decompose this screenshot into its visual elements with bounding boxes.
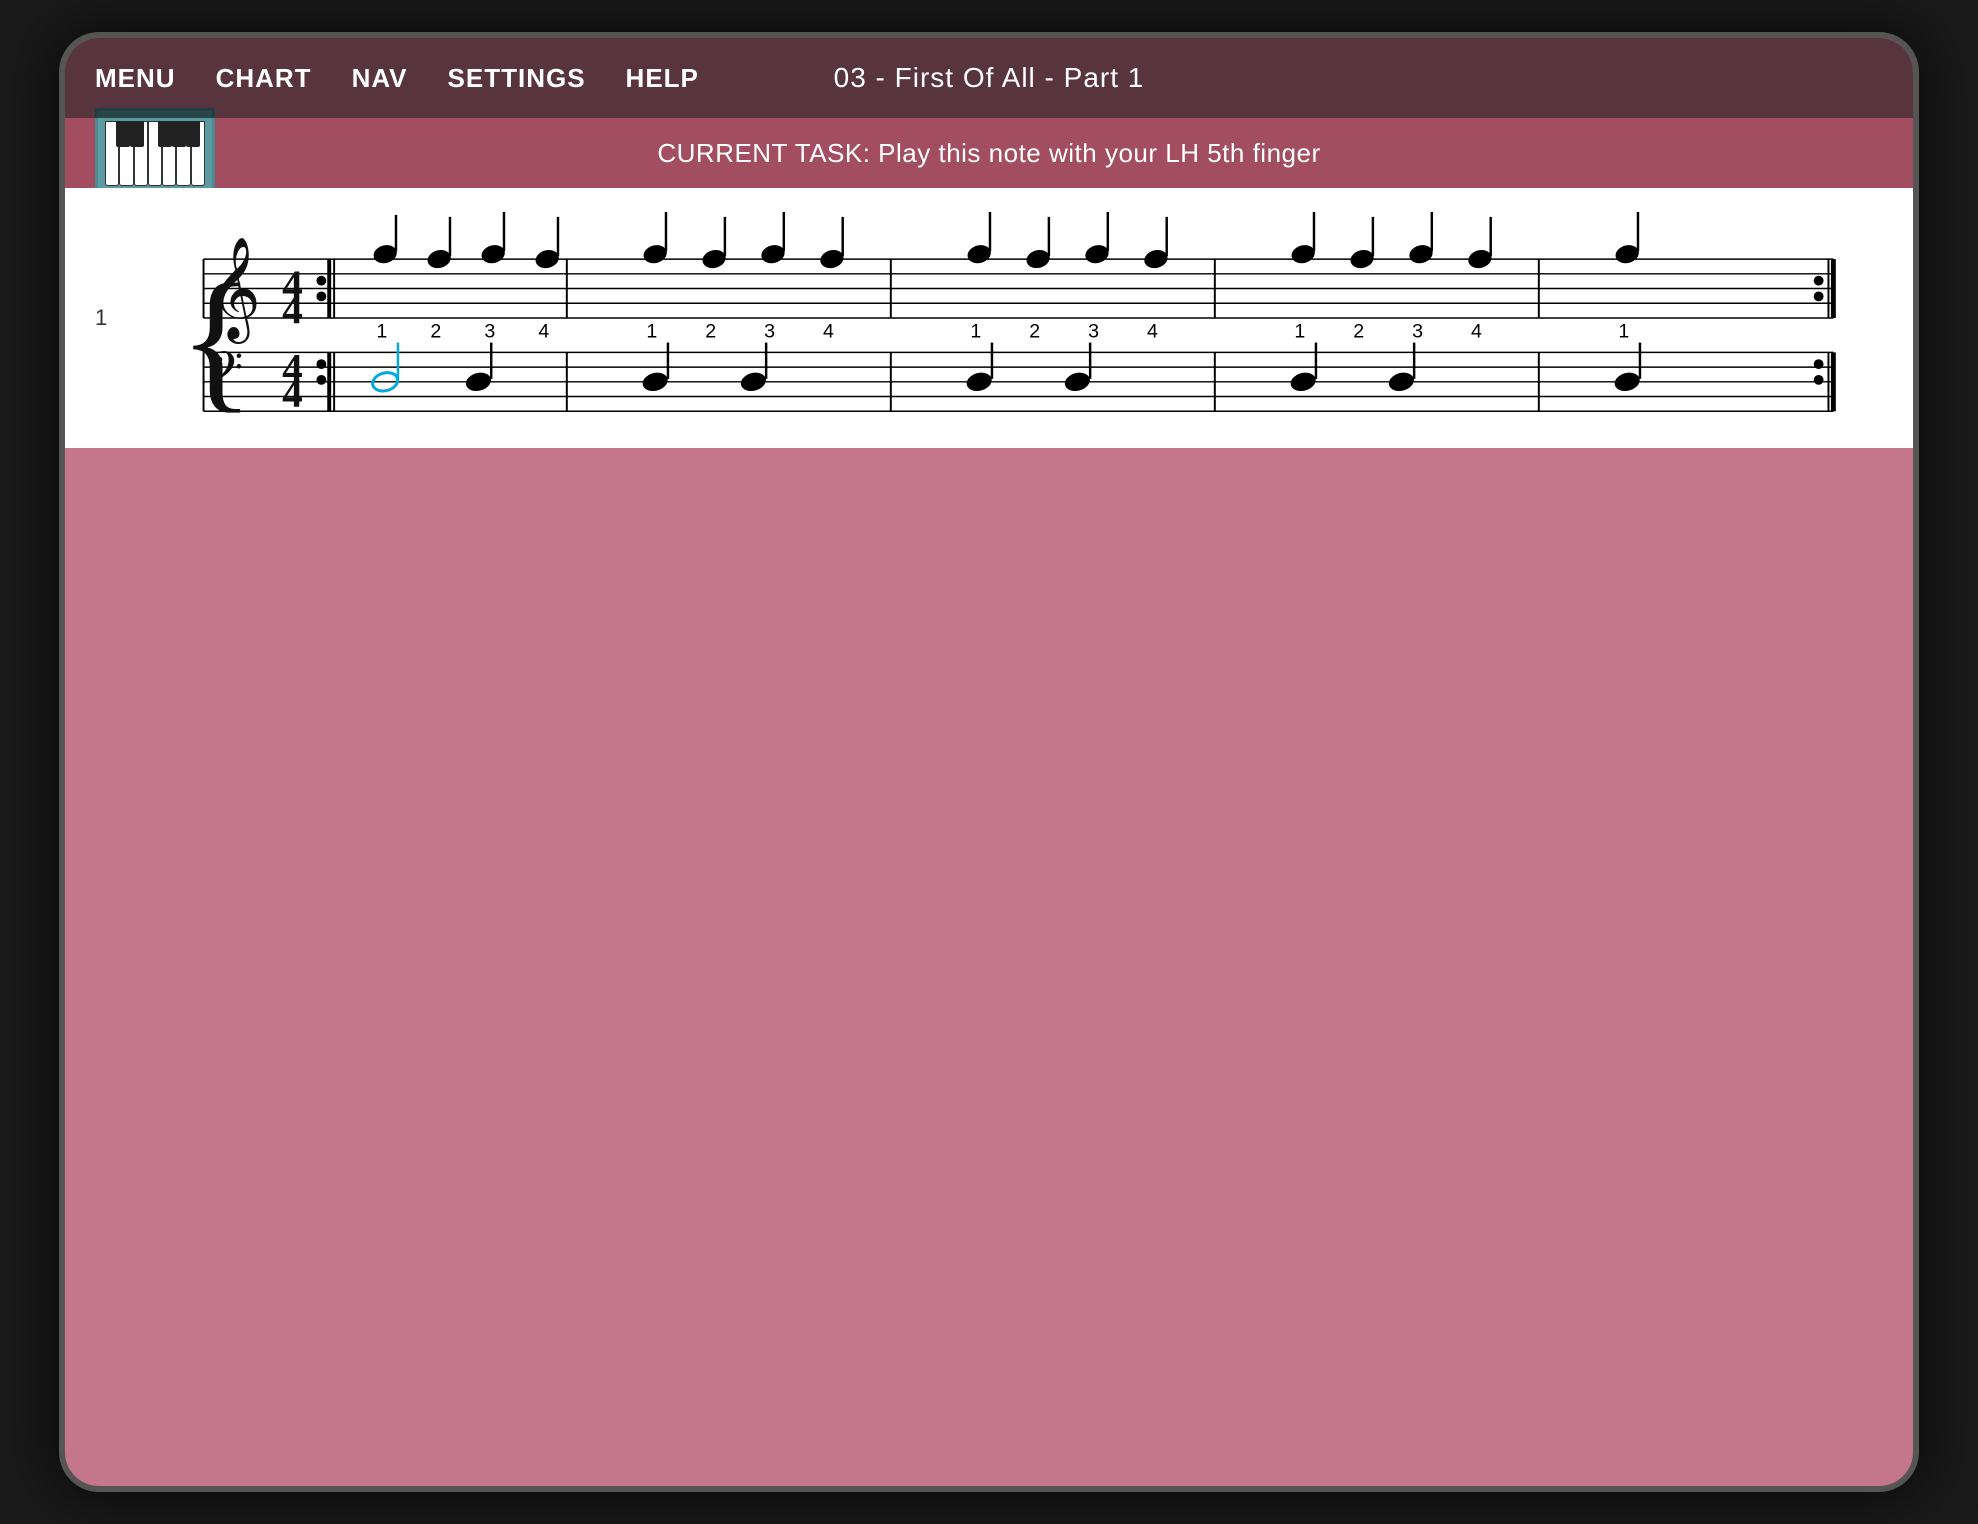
piano-icon-button[interactable] xyxy=(95,108,215,198)
app-title: 03 - First Of All - Part 1 xyxy=(834,62,1145,94)
piano-icon xyxy=(105,121,205,186)
menu-item-menu[interactable]: MENU xyxy=(95,63,176,94)
svg-text:2: 2 xyxy=(1353,321,1364,343)
menu-item-nav[interactable]: NAV xyxy=(352,63,408,94)
svg-text:2: 2 xyxy=(1029,321,1040,343)
svg-text:3: 3 xyxy=(1088,321,1099,343)
current-task-text: CURRENT TASK: Play this note with your L… xyxy=(657,138,1320,169)
menu-item-settings[interactable]: SETTINGS xyxy=(448,63,586,94)
svg-text:4: 4 xyxy=(1471,321,1482,343)
task-bar: CURRENT TASK: Play this note with your L… xyxy=(65,118,1913,188)
svg-text:4: 4 xyxy=(282,286,303,332)
menu-item-help[interactable]: HELP xyxy=(626,63,699,94)
svg-text:1: 1 xyxy=(970,321,981,343)
svg-text:1: 1 xyxy=(1618,321,1629,343)
sheet-music-area: 1 xyxy=(65,188,1913,448)
svg-text:3: 3 xyxy=(764,321,775,343)
staff-container: 𝄞 𝄢 4 4 4 4 xyxy=(125,208,1853,428)
svg-text:4: 4 xyxy=(538,321,549,343)
svg-text:1: 1 xyxy=(376,321,387,343)
svg-text:2: 2 xyxy=(430,321,441,343)
svg-text:3: 3 xyxy=(484,321,495,343)
svg-text:2: 2 xyxy=(705,321,716,343)
svg-text:1: 1 xyxy=(646,321,657,343)
svg-text:{: { xyxy=(179,252,254,426)
measure-number: 1 xyxy=(95,305,107,331)
menu-item-chart[interactable]: CHART xyxy=(216,63,312,94)
menu-bar: MENU CHART NAV SETTINGS HELP 03 - First … xyxy=(65,38,1913,118)
svg-text:1: 1 xyxy=(1294,321,1305,343)
svg-text:3: 3 xyxy=(1412,321,1423,343)
svg-text:4: 4 xyxy=(1147,321,1158,343)
svg-text:4: 4 xyxy=(282,369,303,415)
svg-text:4: 4 xyxy=(823,321,834,343)
